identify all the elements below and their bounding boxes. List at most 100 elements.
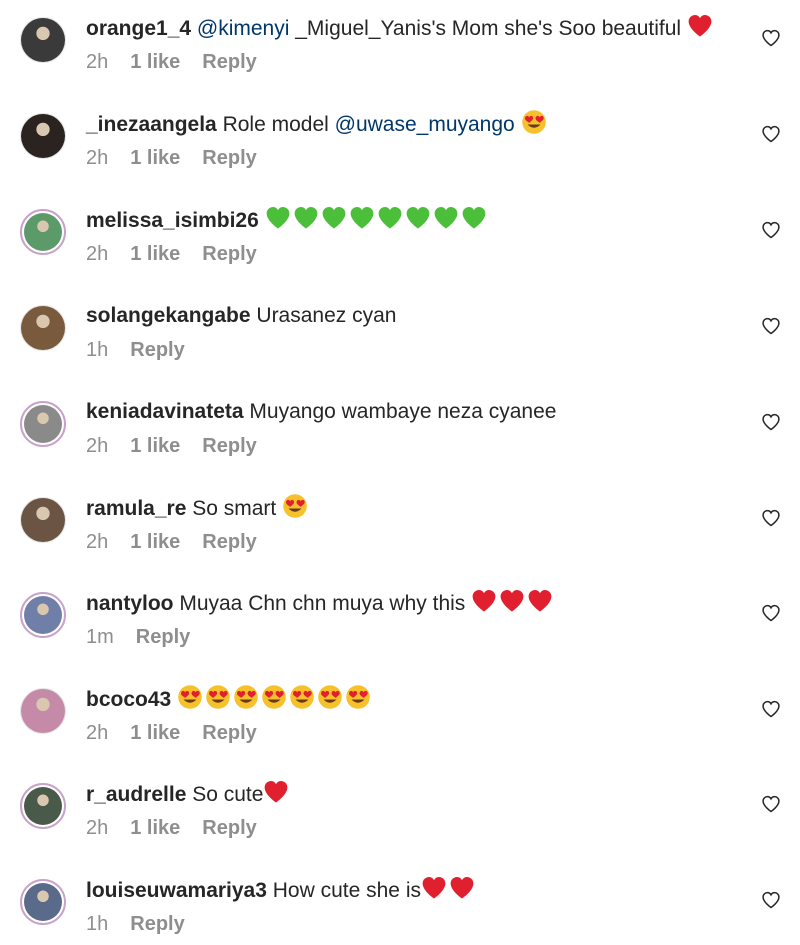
red-heart-emoji bbox=[527, 588, 553, 614]
comment-username[interactable]: orange1_4 bbox=[86, 17, 191, 40]
avatar-image bbox=[21, 498, 65, 542]
heart-outline-icon[interactable] bbox=[761, 508, 781, 528]
reply-button[interactable]: Reply bbox=[202, 243, 256, 265]
comment-meta: 2h 1 like Reply bbox=[86, 720, 279, 746]
heart-outline-icon[interactable] bbox=[761, 28, 781, 48]
heart-outline-icon[interactable] bbox=[761, 890, 781, 910]
green-heart-emoji bbox=[293, 205, 319, 231]
mention-link[interactable]: @kimenyi bbox=[197, 17, 290, 40]
reply-button[interactable]: Reply bbox=[136, 626, 190, 648]
likes-count[interactable]: 1 like bbox=[130, 531, 180, 553]
comment-time: 2h bbox=[86, 722, 109, 744]
avatar-image bbox=[21, 18, 65, 62]
comment-item: louiseuwamariya3 How cute she is 1h Reply bbox=[0, 862, 800, 945]
comment-meta: 2h 1 like Reply bbox=[86, 241, 279, 267]
comment-text: nantyloo Muyaa Chn chn muya why this bbox=[86, 588, 555, 619]
avatar-image bbox=[24, 405, 62, 443]
comment-username[interactable]: _inezaangela bbox=[86, 113, 217, 136]
avatar[interactable] bbox=[20, 592, 66, 638]
comment-username[interactable]: keniadavinateta bbox=[86, 400, 244, 423]
avatar[interactable] bbox=[20, 783, 66, 829]
comment-meta: 2h 1 like Reply bbox=[86, 529, 279, 555]
green-heart-emoji bbox=[461, 205, 487, 231]
heart-eyes-emoji bbox=[282, 493, 308, 519]
comment-body: _Miguel_Yanis's Mom she's Soo beautiful bbox=[289, 17, 682, 40]
comment-item: orange1_4 @kimenyi _Miguel_Yanis's Mom s… bbox=[0, 0, 800, 96]
comment-body: Muyango wambaye neza cyanee bbox=[243, 400, 557, 423]
likes-count[interactable]: 1 like bbox=[130, 51, 180, 73]
comment-time: 1h bbox=[86, 339, 109, 361]
reply-button[interactable]: Reply bbox=[202, 147, 256, 169]
avatar[interactable] bbox=[20, 879, 66, 925]
likes-count[interactable]: 1 like bbox=[130, 435, 180, 457]
reply-button[interactable]: Reply bbox=[130, 913, 184, 935]
heart-outline-icon[interactable] bbox=[761, 699, 781, 719]
reply-button[interactable]: Reply bbox=[202, 435, 256, 457]
reply-button[interactable]: Reply bbox=[202, 531, 256, 553]
heart-outline-icon[interactable] bbox=[761, 794, 781, 814]
red-heart-emoji bbox=[421, 875, 447, 901]
comment-meta: 2h 1 like Reply bbox=[86, 49, 279, 75]
comment-username[interactable]: ramula_re bbox=[86, 497, 186, 520]
avatar[interactable] bbox=[20, 305, 66, 351]
comment-time: 1h bbox=[86, 913, 109, 935]
green-heart-emoji bbox=[265, 205, 291, 231]
comment-username[interactable]: solangekangabe bbox=[86, 304, 251, 327]
comment-body: So cute bbox=[186, 783, 264, 806]
reply-button[interactable]: Reply bbox=[202, 722, 256, 744]
likes-count[interactable]: 1 like bbox=[130, 243, 180, 265]
avatar[interactable] bbox=[20, 401, 66, 447]
avatar[interactable] bbox=[20, 209, 66, 255]
reply-button[interactable]: Reply bbox=[202, 51, 256, 73]
heart-eyes-emoji bbox=[261, 684, 287, 710]
avatar-image bbox=[24, 596, 62, 634]
heart-eyes-emoji bbox=[205, 684, 231, 710]
avatar[interactable] bbox=[20, 688, 66, 734]
comment-item: solangekangabe Urasanez cyan 1h Reply bbox=[0, 288, 800, 384]
likes-count[interactable]: 1 like bbox=[130, 817, 180, 839]
comment-item: keniadavinateta Muyango wambaye neza cya… bbox=[0, 384, 800, 480]
reply-button[interactable]: Reply bbox=[202, 817, 256, 839]
heart-eyes-emoji bbox=[233, 684, 259, 710]
comment-time: 2h bbox=[86, 243, 109, 265]
comment-item: _inezaangela Role model @uwase_muyango 2… bbox=[0, 96, 800, 192]
comment-username[interactable]: nantyloo bbox=[86, 592, 174, 615]
comment-meta: 2h 1 like Reply bbox=[86, 815, 279, 841]
avatar-image bbox=[24, 787, 62, 825]
comment-time: 2h bbox=[86, 817, 109, 839]
mention-link[interactable]: @uwase_muyango bbox=[335, 113, 515, 136]
heart-outline-icon[interactable] bbox=[761, 124, 781, 144]
green-heart-emoji bbox=[349, 205, 375, 231]
heart-outline-icon[interactable] bbox=[761, 603, 781, 623]
comment-meta: 1m Reply bbox=[86, 624, 212, 650]
heart-outline-icon[interactable] bbox=[761, 412, 781, 432]
comment-username[interactable]: melissa_isimbi26 bbox=[86, 209, 259, 232]
reply-button[interactable]: Reply bbox=[130, 339, 184, 361]
comment-item: r_audrelle So cute 2h 1 like Reply bbox=[0, 766, 800, 862]
comment-item: nantyloo Muyaa Chn chn muya why this 1m R… bbox=[0, 575, 800, 671]
heart-outline-icon[interactable] bbox=[761, 220, 781, 240]
comment-body: Urasanez cyan bbox=[250, 304, 397, 327]
avatar[interactable] bbox=[20, 17, 66, 63]
likes-count[interactable]: 1 like bbox=[130, 722, 180, 744]
comment-text: keniadavinateta Muyango wambaye neza cya… bbox=[86, 397, 556, 427]
heart-outline-icon[interactable] bbox=[761, 316, 781, 336]
comment-text: solangekangabe Urasanez cyan bbox=[86, 301, 396, 331]
likes-count[interactable]: 1 like bbox=[130, 147, 180, 169]
comment-username[interactable]: r_audrelle bbox=[86, 783, 186, 806]
comment-username[interactable]: louiseuwamariya3 bbox=[86, 879, 267, 902]
green-heart-emoji bbox=[433, 205, 459, 231]
comment-text: melissa_isimbi26 bbox=[86, 205, 489, 236]
avatar[interactable] bbox=[20, 113, 66, 159]
comment-username[interactable]: bcoco43 bbox=[86, 688, 171, 711]
comment-time: 2h bbox=[86, 531, 109, 553]
avatar-image bbox=[24, 883, 62, 921]
red-heart-emoji bbox=[499, 588, 525, 614]
comment-text: ramula_re So smart bbox=[86, 493, 310, 524]
avatar[interactable] bbox=[20, 497, 66, 543]
avatar-image bbox=[21, 306, 65, 350]
comment-text: bcoco43 bbox=[86, 684, 373, 715]
avatar-image bbox=[24, 213, 62, 251]
comment-meta: 1h Reply bbox=[86, 911, 207, 937]
comment-body: So smart bbox=[186, 497, 283, 520]
